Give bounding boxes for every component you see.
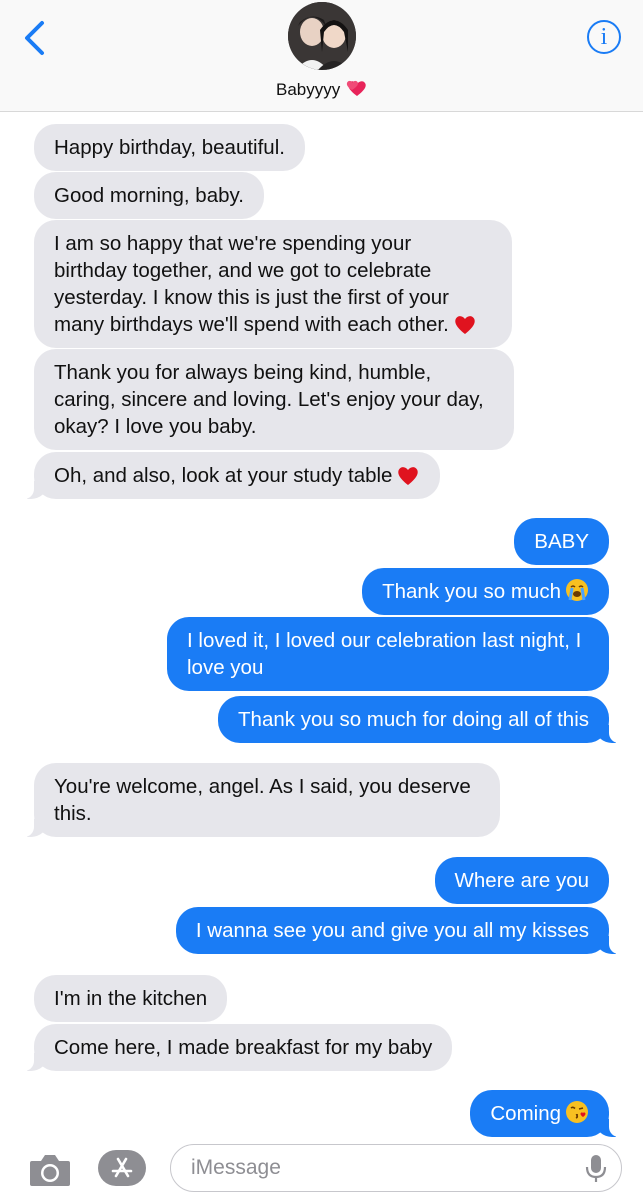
contact-name-text: Babyyyy (276, 80, 341, 99)
contact-avatar[interactable] (288, 2, 356, 70)
camera-icon (30, 1155, 70, 1186)
message-text: BABY (534, 530, 589, 553)
incoming-message[interactable]: You're welcome, angel. As I said, you de… (24, 763, 500, 837)
outgoing-message[interactable]: Where are you (434, 857, 609, 904)
incoming-message[interactable]: I am so happy that we're spending your b… (34, 220, 512, 348)
crying-face-icon (566, 579, 588, 601)
imessage-placeholder: iMessage (191, 1156, 281, 1179)
outgoing-message[interactable]: I loved it, I loved our celebration last… (167, 617, 609, 691)
conversation-header: Babyyyy i (0, 0, 643, 112)
outgoing-message[interactable]: Thank you so much for doing all of this (218, 696, 619, 743)
message-text: You're welcome, angel. As I said, you de… (54, 775, 471, 825)
message-text: Good morning, baby. (54, 184, 244, 207)
message-text: Happy birthday, beautiful. (54, 136, 285, 159)
microphone-icon (585, 1155, 607, 1182)
message-text: Thank you for always being kind, humble,… (54, 361, 484, 438)
message-text: Oh, and also, look at your study table (54, 464, 393, 487)
two-hearts-icon (346, 80, 366, 96)
app-store-icon (111, 1157, 133, 1178)
contact-name[interactable]: Babyyyy (0, 78, 643, 100)
message-text: Where are you (454, 869, 589, 892)
outgoing-message[interactable]: Coming (470, 1090, 619, 1137)
dictation-button[interactable] (581, 1153, 611, 1183)
red-heart-icon (455, 316, 475, 334)
outgoing-message[interactable]: I wanna see you and give you all my kiss… (175, 907, 620, 954)
message-text: I'm in the kitchen (54, 987, 208, 1010)
imessage-input[interactable]: iMessage (170, 1144, 622, 1192)
incoming-message[interactable]: Happy birthday, beautiful. (34, 124, 305, 171)
message-text: I wanna see you and give you all my kiss… (195, 919, 589, 942)
info-icon: i (600, 23, 608, 50)
incoming-message[interactable]: Oh, and also, look at your study table (23, 452, 441, 499)
message-text: Coming (490, 1102, 561, 1125)
message-text: I am so happy that we're spending your b… (54, 232, 449, 336)
message-text: Come here, I made breakfast for my baby (54, 1036, 433, 1059)
outgoing-message[interactable]: Thank you so much (362, 568, 609, 615)
incoming-message[interactable]: Come here, I made breakfast for my baby (23, 1024, 453, 1071)
compose-bar: iMessage (0, 1138, 643, 1200)
kissing-face-icon (566, 1101, 588, 1123)
outgoing-message[interactable]: BABY (514, 518, 609, 565)
red-heart-icon (398, 467, 419, 485)
back-chevron-icon (25, 21, 44, 55)
message-text: Thank you so much (382, 580, 561, 603)
incoming-message[interactable]: Thank you for always being kind, humble,… (34, 349, 514, 450)
incoming-message[interactable]: I'm in the kitchen (34, 975, 228, 1022)
info-button[interactable]: i (587, 20, 621, 54)
message-text: I loved it, I loved our celebration last… (187, 629, 582, 679)
app-store-button[interactable] (98, 1150, 146, 1186)
camera-button[interactable] (28, 1152, 72, 1188)
incoming-message[interactable]: Good morning, baby. (34, 172, 264, 219)
back-button[interactable] (14, 18, 54, 58)
message-text: Thank you so much for doing all of this (238, 708, 589, 731)
